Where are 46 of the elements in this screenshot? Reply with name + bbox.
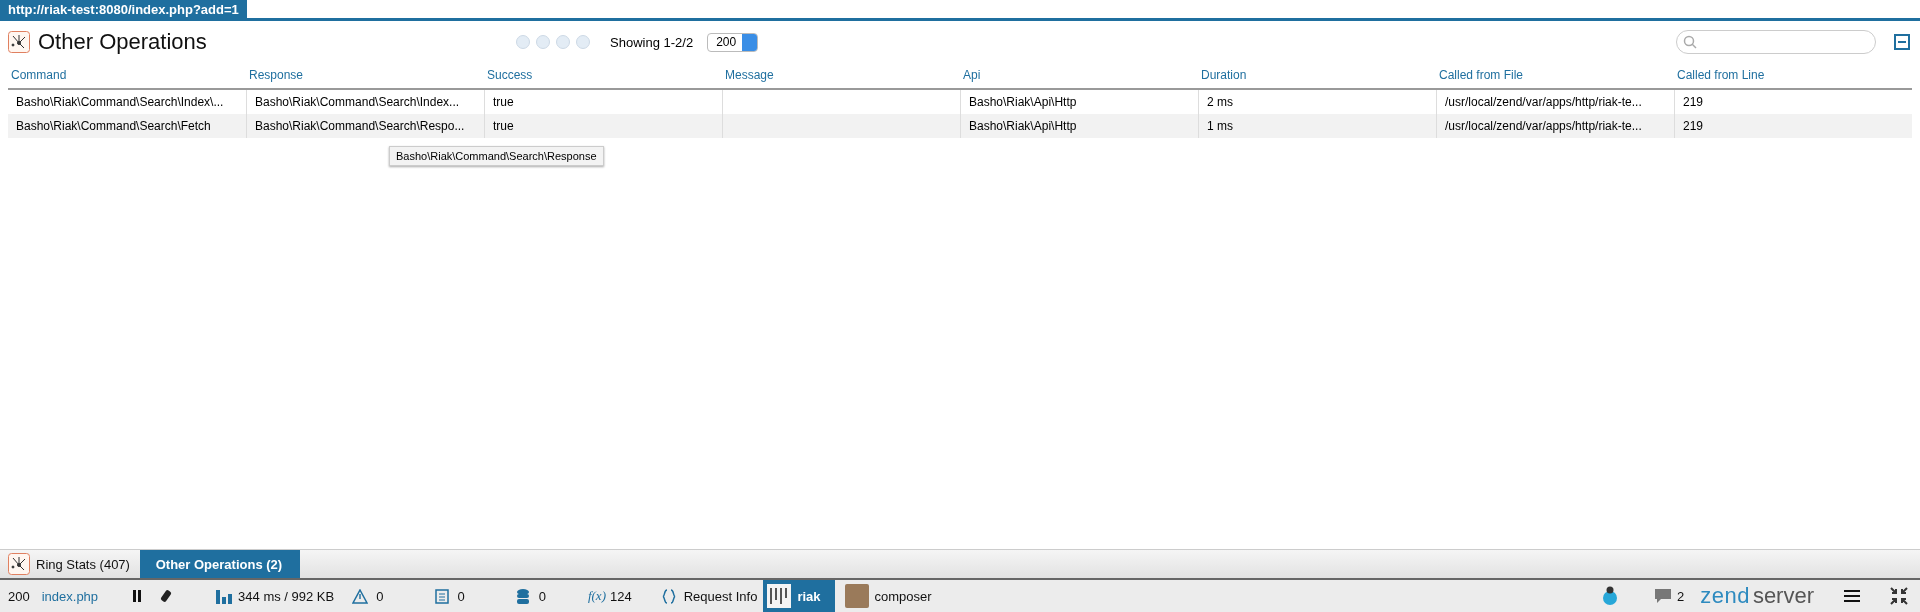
showing-count: Showing 1-2/2	[610, 34, 694, 50]
functions-label: f(x)	[587, 588, 606, 604]
function-count[interactable]: 124	[609, 588, 632, 604]
panel-tab[interactable]: Ring Stats (407)	[0, 550, 140, 578]
braces-icon	[661, 588, 676, 604]
log-icon	[435, 588, 450, 604]
riak-icon	[767, 584, 792, 608]
logo-subtext: server	[1752, 583, 1814, 609]
warning-count[interactable]: 0	[376, 588, 384, 604]
composer-link[interactable]: composer	[874, 588, 932, 604]
panel-title: Other Operations	[38, 29, 208, 55]
avatar-placeholder	[844, 584, 869, 608]
message-count[interactable]: 2	[1676, 588, 1685, 604]
shrink-icon[interactable]	[1890, 587, 1908, 605]
table-cell: true	[484, 114, 722, 138]
collapse-button[interactable]	[1894, 34, 1910, 50]
search-icon	[1683, 35, 1697, 49]
table-cell: /usr/local/zend/var/apps/http/riak-te...	[1436, 114, 1674, 138]
pause-icon[interactable]	[132, 590, 143, 602]
bar-chart-icon	[216, 588, 233, 604]
url-tab[interactable]: http://riak-test:8080/index.php?add=1	[0, 0, 247, 18]
query-count[interactable]: 0	[538, 588, 546, 604]
log-count[interactable]: 0	[457, 588, 465, 604]
table-cell: Basho\Riak\Command\Search\Fetch	[8, 114, 246, 138]
network-icon	[8, 553, 30, 575]
minus-icon	[1898, 41, 1906, 43]
database-icon	[516, 588, 529, 604]
timing-text[interactable]: 344 ms / 992 KB	[238, 588, 335, 604]
file-link[interactable]: index.php	[41, 588, 99, 604]
table-cell: Basho\Riak\Command\Search\Respo...	[246, 114, 484, 138]
page-size-select[interactable]: 200	[707, 32, 759, 52]
logo-text: zend	[1700, 583, 1750, 609]
table-cell: Basho\Riak\Api\Http	[960, 114, 1198, 138]
panel-tab[interactable]: Other Operations (2)	[139, 550, 300, 578]
bug-icon[interactable]	[1600, 586, 1619, 606]
menu-icon[interactable]	[1844, 590, 1860, 602]
table-cell: 219	[1674, 114, 1912, 138]
warning-icon	[352, 588, 369, 604]
comment-icon	[1654, 588, 1671, 604]
riak-tab[interactable]: riak	[763, 580, 835, 612]
request-info-link[interactable]: Request Info	[683, 588, 758, 604]
tooltip: Basho\Riak\Command\Search\Response	[389, 146, 604, 166]
network-icon	[8, 31, 30, 53]
status-code: 200	[8, 588, 30, 604]
eraser-icon[interactable]	[160, 589, 173, 603]
table-cell: 1 ms	[1198, 114, 1436, 138]
